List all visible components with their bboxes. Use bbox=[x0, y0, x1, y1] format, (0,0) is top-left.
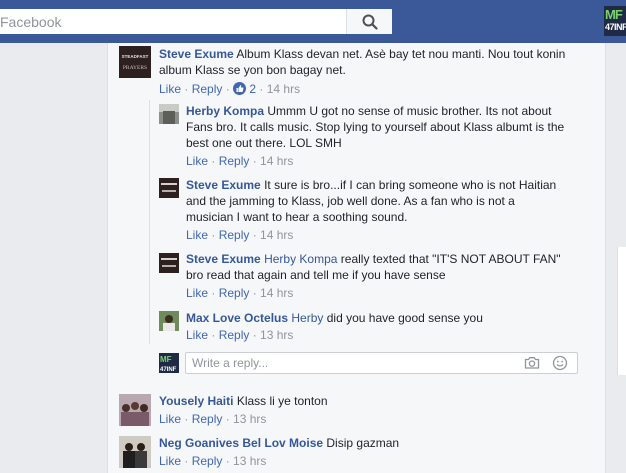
comment-text: Ummm U got no sense of music brother. It… bbox=[267, 104, 552, 118]
camera-icon bbox=[524, 357, 540, 369]
emoji-button[interactable] bbox=[552, 355, 568, 371]
avatar-image bbox=[119, 436, 151, 468]
comment-text: Disip gazman bbox=[326, 436, 400, 450]
thumbs-up-icon[interactable] bbox=[233, 82, 247, 95]
reply-box bbox=[185, 352, 578, 374]
like-count[interactable]: 2 bbox=[249, 82, 256, 96]
page-logo[interactable]: MF 47INF bbox=[604, 6, 626, 36]
reply-avatar[interactable]: MF 47INF bbox=[159, 353, 179, 373]
avatar-image: MF 47INF bbox=[159, 353, 179, 373]
like-button[interactable]: Like bbox=[186, 286, 208, 300]
camera-button[interactable] bbox=[524, 356, 540, 370]
avatar[interactable] bbox=[119, 436, 151, 468]
avatar[interactable] bbox=[159, 253, 179, 273]
reply-avatar-text-top: MF bbox=[160, 355, 172, 364]
comment-time[interactable]: 13 hrs bbox=[233, 412, 266, 426]
emoji-icon bbox=[552, 355, 568, 371]
comment-author[interactable]: Steve Exume bbox=[186, 178, 261, 192]
tagged-user[interactable]: Herby bbox=[291, 311, 323, 325]
like-button[interactable]: Like bbox=[159, 412, 181, 426]
comment-text: did you have good sense you bbox=[326, 311, 483, 325]
comment-text-line2: album Klass se yon bon bagay net. bbox=[159, 63, 346, 77]
reply-avatar-text-bottom: 47INF bbox=[160, 367, 177, 373]
comment-author[interactable]: Max Love Octelus bbox=[186, 311, 288, 325]
comment-text-line2: Fans bro. It calls music. Stop lying to … bbox=[186, 120, 565, 134]
avatar[interactable]: STEADFAST PRAYERS bbox=[119, 46, 151, 78]
reply-thread-line bbox=[149, 100, 150, 344]
comment-text-line2: and the jamming to Klass, job well done.… bbox=[186, 194, 515, 208]
comment-text: Klass li ye tonton bbox=[236, 394, 328, 408]
page-logo-text-top: MF bbox=[605, 7, 623, 22]
comment-text: really texted that "IT'S NOT ABOUT FAN" bbox=[340, 252, 561, 266]
like-button[interactable]: Like bbox=[159, 454, 181, 468]
like-button[interactable]: Like bbox=[186, 328, 208, 342]
page-logo-text-bottom: 47INF bbox=[605, 22, 626, 32]
search-box bbox=[0, 9, 392, 34]
avatar[interactable] bbox=[119, 394, 151, 426]
comment-text: It sure is bro...if I can bring someone … bbox=[264, 178, 557, 192]
comment-time[interactable]: 13 hrs bbox=[260, 328, 293, 342]
search-input[interactable] bbox=[0, 9, 345, 34]
reply-button[interactable]: Reply bbox=[219, 328, 250, 342]
avatar-image bbox=[159, 253, 179, 273]
comment-text-line3: musician I want to hear a soothing sound… bbox=[186, 210, 408, 224]
like-button[interactable]: Like bbox=[159, 82, 181, 96]
comment-text: Album Klass devan net. Asè bay tet nou m… bbox=[236, 47, 566, 61]
comment-time[interactable]: 14 hrs bbox=[260, 228, 293, 242]
avatar[interactable] bbox=[159, 104, 179, 124]
comment-author[interactable]: Steve Exume bbox=[159, 47, 234, 61]
comment-author[interactable]: Yousely Haiti bbox=[159, 394, 233, 408]
comment-time[interactable]: 14 hrs bbox=[260, 154, 293, 168]
reply-button[interactable]: Reply bbox=[219, 154, 250, 168]
reply-button[interactable]: Reply bbox=[219, 228, 250, 242]
comment-time[interactable]: 14 hrs bbox=[267, 82, 300, 96]
side-panel-edge bbox=[617, 247, 626, 375]
avatar-image bbox=[159, 104, 179, 124]
comment-time[interactable]: 13 hrs bbox=[233, 454, 266, 468]
comment-time[interactable]: 14 hrs bbox=[260, 286, 293, 300]
like-button[interactable]: Like bbox=[186, 228, 208, 242]
tagged-user[interactable]: Herby Kompa bbox=[264, 252, 337, 266]
avatar[interactable] bbox=[159, 311, 179, 331]
like-button[interactable]: Like bbox=[186, 154, 208, 168]
reply-input[interactable] bbox=[192, 354, 512, 372]
avatar-image bbox=[159, 311, 179, 331]
avatar-image: STEADFAST PRAYERS bbox=[119, 46, 151, 78]
top-navigation-bar: MF 47INF bbox=[0, 0, 626, 43]
comment-text-line2: bro read that again and tell me if you h… bbox=[186, 268, 446, 282]
comment-text-line3: best one out there. LOL SMH bbox=[186, 136, 342, 150]
search-icon bbox=[362, 14, 378, 30]
reply-button[interactable]: Reply bbox=[192, 412, 223, 426]
reply-button[interactable]: Reply bbox=[192, 82, 223, 96]
avatar[interactable] bbox=[159, 178, 179, 198]
avatar-image bbox=[119, 394, 151, 426]
reply-button[interactable]: Reply bbox=[192, 454, 223, 468]
search-button[interactable] bbox=[346, 9, 392, 34]
avatar-text-2: PRAYERS bbox=[123, 65, 147, 71]
avatar-text-1: STEADFAST bbox=[122, 54, 149, 59]
comment-author[interactable]: Herby Kompa bbox=[186, 104, 264, 118]
comment-author[interactable]: Steve Exume bbox=[186, 252, 261, 266]
reply-button[interactable]: Reply bbox=[219, 286, 250, 300]
comment-author[interactable]: Neg Goanives Bel Lov Moise bbox=[159, 436, 323, 450]
avatar-image bbox=[159, 178, 179, 198]
